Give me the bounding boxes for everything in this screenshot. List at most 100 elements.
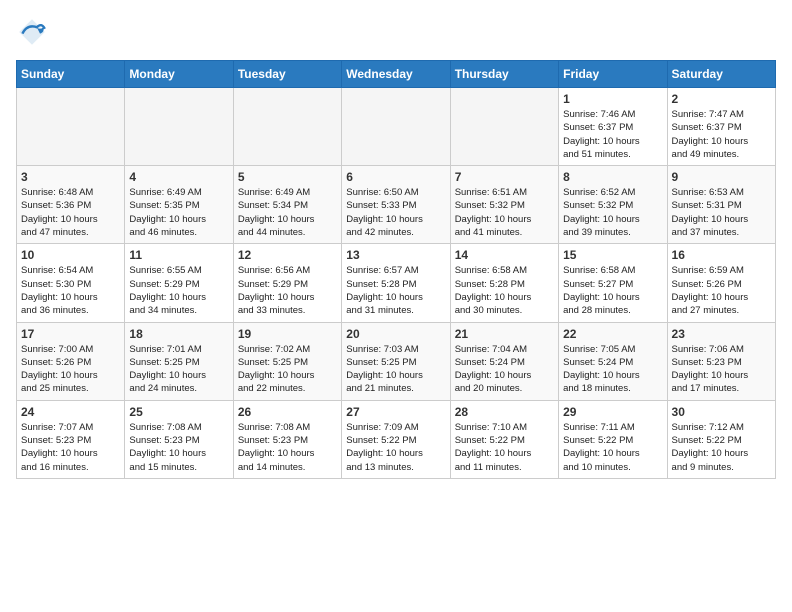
day-number: 25 bbox=[129, 405, 228, 419]
day-info: Sunrise: 6:53 AM Sunset: 5:31 PM Dayligh… bbox=[672, 186, 771, 239]
day-number: 22 bbox=[563, 327, 662, 341]
calendar-day: 1Sunrise: 7:46 AM Sunset: 6:37 PM Daylig… bbox=[559, 88, 667, 166]
day-number: 6 bbox=[346, 170, 445, 184]
day-info: Sunrise: 6:59 AM Sunset: 5:26 PM Dayligh… bbox=[672, 264, 771, 317]
calendar-day: 17Sunrise: 7:00 AM Sunset: 5:26 PM Dayli… bbox=[17, 322, 125, 400]
calendar-day: 18 Sunrise: 7:01 AM Sunset: 5:25 PM Dayli… bbox=[125, 322, 233, 400]
day-info: Sunrise: 6:55 AM Sunset: 5:29 PM Dayligh… bbox=[129, 264, 228, 317]
day-number: 5 bbox=[238, 170, 337, 184]
calendar-header-monday: Monday bbox=[125, 61, 233, 88]
day-info: Sunrise: 7:01 AM Sunset: 5:25 PM Dayligh… bbox=[129, 343, 228, 396]
calendar-day: 20Sunrise: 7:03 AM Sunset: 5:25 PM Dayli… bbox=[342, 322, 450, 400]
day-info: Sunrise: 6:58 AM Sunset: 5:28 PM Dayligh… bbox=[455, 264, 554, 317]
day-info: Sunrise: 6:50 AM Sunset: 5:33 PM Dayligh… bbox=[346, 186, 445, 239]
calendar-day: 15 Sunrise: 6:58 AM Sunset: 5:27 PM Dayli… bbox=[559, 244, 667, 322]
day-info: Sunrise: 6:58 AM Sunset: 5:27 PM Dayligh… bbox=[563, 264, 662, 317]
day-info: Sunrise: 6:57 AM Sunset: 5:28 PM Dayligh… bbox=[346, 264, 445, 317]
calendar-day: 13 Sunrise: 6:57 AM Sunset: 5:28 PM Dayli… bbox=[342, 244, 450, 322]
calendar-day: 23Sunrise: 7:06 AM Sunset: 5:23 PM Dayli… bbox=[667, 322, 775, 400]
calendar-day: 6 Sunrise: 6:50 AM Sunset: 5:33 PM Daylig… bbox=[342, 166, 450, 244]
day-info: Sunrise: 7:07 AM Sunset: 5:23 PM Dayligh… bbox=[21, 421, 120, 474]
day-number: 8 bbox=[563, 170, 662, 184]
calendar-header-row: SundayMondayTuesdayWednesdayThursdayFrid… bbox=[17, 61, 776, 88]
calendar-day: 24 Sunrise: 7:07 AM Sunset: 5:23 PM Dayli… bbox=[17, 400, 125, 478]
calendar-week-5: 24 Sunrise: 7:07 AM Sunset: 5:23 PM Dayli… bbox=[17, 400, 776, 478]
day-number: 20 bbox=[346, 327, 445, 341]
calendar-day: 29 Sunrise: 7:11 AM Sunset: 5:22 PM Dayli… bbox=[559, 400, 667, 478]
day-info: Sunrise: 6:54 AM Sunset: 5:30 PM Dayligh… bbox=[21, 264, 120, 317]
day-number: 28 bbox=[455, 405, 554, 419]
calendar-week-3: 10 Sunrise: 6:54 AM Sunset: 5:30 PM Dayli… bbox=[17, 244, 776, 322]
day-info: Sunrise: 7:47 AM Sunset: 6:37 PM Dayligh… bbox=[672, 108, 771, 161]
calendar-header-sunday: Sunday bbox=[17, 61, 125, 88]
day-number: 9 bbox=[672, 170, 771, 184]
logo-icon bbox=[16, 16, 48, 48]
calendar-day: 8 Sunrise: 6:52 AM Sunset: 5:32 PM Daylig… bbox=[559, 166, 667, 244]
day-number: 29 bbox=[563, 405, 662, 419]
calendar-day: 25 Sunrise: 7:08 AM Sunset: 5:23 PM Dayli… bbox=[125, 400, 233, 478]
calendar-header-thursday: Thursday bbox=[450, 61, 558, 88]
calendar-week-1: 1Sunrise: 7:46 AM Sunset: 6:37 PM Daylig… bbox=[17, 88, 776, 166]
day-number: 13 bbox=[346, 248, 445, 262]
day-number: 18 bbox=[129, 327, 228, 341]
day-info: Sunrise: 7:05 AM Sunset: 5:24 PM Dayligh… bbox=[563, 343, 662, 396]
day-info: Sunrise: 7:08 AM Sunset: 5:23 PM Dayligh… bbox=[129, 421, 228, 474]
day-info: Sunrise: 7:09 AM Sunset: 5:22 PM Dayligh… bbox=[346, 421, 445, 474]
day-number: 2 bbox=[672, 92, 771, 106]
calendar-day: 2 Sunrise: 7:47 AM Sunset: 6:37 PM Daylig… bbox=[667, 88, 775, 166]
day-info: Sunrise: 6:48 AM Sunset: 5:36 PM Dayligh… bbox=[21, 186, 120, 239]
header bbox=[16, 16, 776, 48]
day-number: 14 bbox=[455, 248, 554, 262]
day-number: 24 bbox=[21, 405, 120, 419]
day-info: Sunrise: 6:49 AM Sunset: 5:35 PM Dayligh… bbox=[129, 186, 228, 239]
day-number: 27 bbox=[346, 405, 445, 419]
page: SundayMondayTuesdayWednesdayThursdayFrid… bbox=[0, 0, 792, 495]
day-info: Sunrise: 7:02 AM Sunset: 5:25 PM Dayligh… bbox=[238, 343, 337, 396]
logo bbox=[16, 16, 54, 48]
day-number: 30 bbox=[672, 405, 771, 419]
calendar-header-tuesday: Tuesday bbox=[233, 61, 341, 88]
day-info: Sunrise: 7:11 AM Sunset: 5:22 PM Dayligh… bbox=[563, 421, 662, 474]
calendar-day: 22 Sunrise: 7:05 AM Sunset: 5:24 PM Dayli… bbox=[559, 322, 667, 400]
calendar-day: 21Sunrise: 7:04 AM Sunset: 5:24 PM Dayli… bbox=[450, 322, 558, 400]
day-info: Sunrise: 7:10 AM Sunset: 5:22 PM Dayligh… bbox=[455, 421, 554, 474]
calendar-day: 26 Sunrise: 7:08 AM Sunset: 5:23 PM Dayli… bbox=[233, 400, 341, 478]
day-info: Sunrise: 7:46 AM Sunset: 6:37 PM Dayligh… bbox=[563, 108, 662, 161]
day-number: 26 bbox=[238, 405, 337, 419]
calendar-day: 4 Sunrise: 6:49 AM Sunset: 5:35 PM Daylig… bbox=[125, 166, 233, 244]
day-number: 19 bbox=[238, 327, 337, 341]
calendar-day: 16 Sunrise: 6:59 AM Sunset: 5:26 PM Dayli… bbox=[667, 244, 775, 322]
day-number: 4 bbox=[129, 170, 228, 184]
day-number: 15 bbox=[563, 248, 662, 262]
day-info: Sunrise: 6:49 AM Sunset: 5:34 PM Dayligh… bbox=[238, 186, 337, 239]
calendar-day bbox=[17, 88, 125, 166]
calendar-day: 28 Sunrise: 7:10 AM Sunset: 5:22 PM Dayli… bbox=[450, 400, 558, 478]
day-number: 16 bbox=[672, 248, 771, 262]
day-info: Sunrise: 7:00 AM Sunset: 5:26 PM Dayligh… bbox=[21, 343, 120, 396]
calendar-day: 9 Sunrise: 6:53 AM Sunset: 5:31 PM Daylig… bbox=[667, 166, 775, 244]
day-number: 7 bbox=[455, 170, 554, 184]
day-number: 10 bbox=[21, 248, 120, 262]
calendar-day bbox=[233, 88, 341, 166]
calendar-week-2: 3 Sunrise: 6:48 AM Sunset: 5:36 PM Daylig… bbox=[17, 166, 776, 244]
calendar-day: 12 Sunrise: 6:56 AM Sunset: 5:29 PM Dayli… bbox=[233, 244, 341, 322]
calendar-header-saturday: Saturday bbox=[667, 61, 775, 88]
calendar-day: 27 Sunrise: 7:09 AM Sunset: 5:22 PM Dayli… bbox=[342, 400, 450, 478]
calendar-week-4: 17Sunrise: 7:00 AM Sunset: 5:26 PM Dayli… bbox=[17, 322, 776, 400]
calendar-day bbox=[342, 88, 450, 166]
day-info: Sunrise: 7:12 AM Sunset: 5:22 PM Dayligh… bbox=[672, 421, 771, 474]
calendar-day: 10 Sunrise: 6:54 AM Sunset: 5:30 PM Dayli… bbox=[17, 244, 125, 322]
day-info: Sunrise: 7:08 AM Sunset: 5:23 PM Dayligh… bbox=[238, 421, 337, 474]
day-number: 3 bbox=[21, 170, 120, 184]
calendar: SundayMondayTuesdayWednesdayThursdayFrid… bbox=[16, 60, 776, 479]
day-info: Sunrise: 6:56 AM Sunset: 5:29 PM Dayligh… bbox=[238, 264, 337, 317]
calendar-day bbox=[125, 88, 233, 166]
calendar-header-friday: Friday bbox=[559, 61, 667, 88]
calendar-day: 19 Sunrise: 7:02 AM Sunset: 5:25 PM Dayli… bbox=[233, 322, 341, 400]
day-info: Sunrise: 6:52 AM Sunset: 5:32 PM Dayligh… bbox=[563, 186, 662, 239]
day-number: 12 bbox=[238, 248, 337, 262]
calendar-day: 7 Sunrise: 6:51 AM Sunset: 5:32 PM Daylig… bbox=[450, 166, 558, 244]
calendar-day: 11Sunrise: 6:55 AM Sunset: 5:29 PM Dayli… bbox=[125, 244, 233, 322]
day-info: Sunrise: 7:04 AM Sunset: 5:24 PM Dayligh… bbox=[455, 343, 554, 396]
day-info: Sunrise: 6:51 AM Sunset: 5:32 PM Dayligh… bbox=[455, 186, 554, 239]
